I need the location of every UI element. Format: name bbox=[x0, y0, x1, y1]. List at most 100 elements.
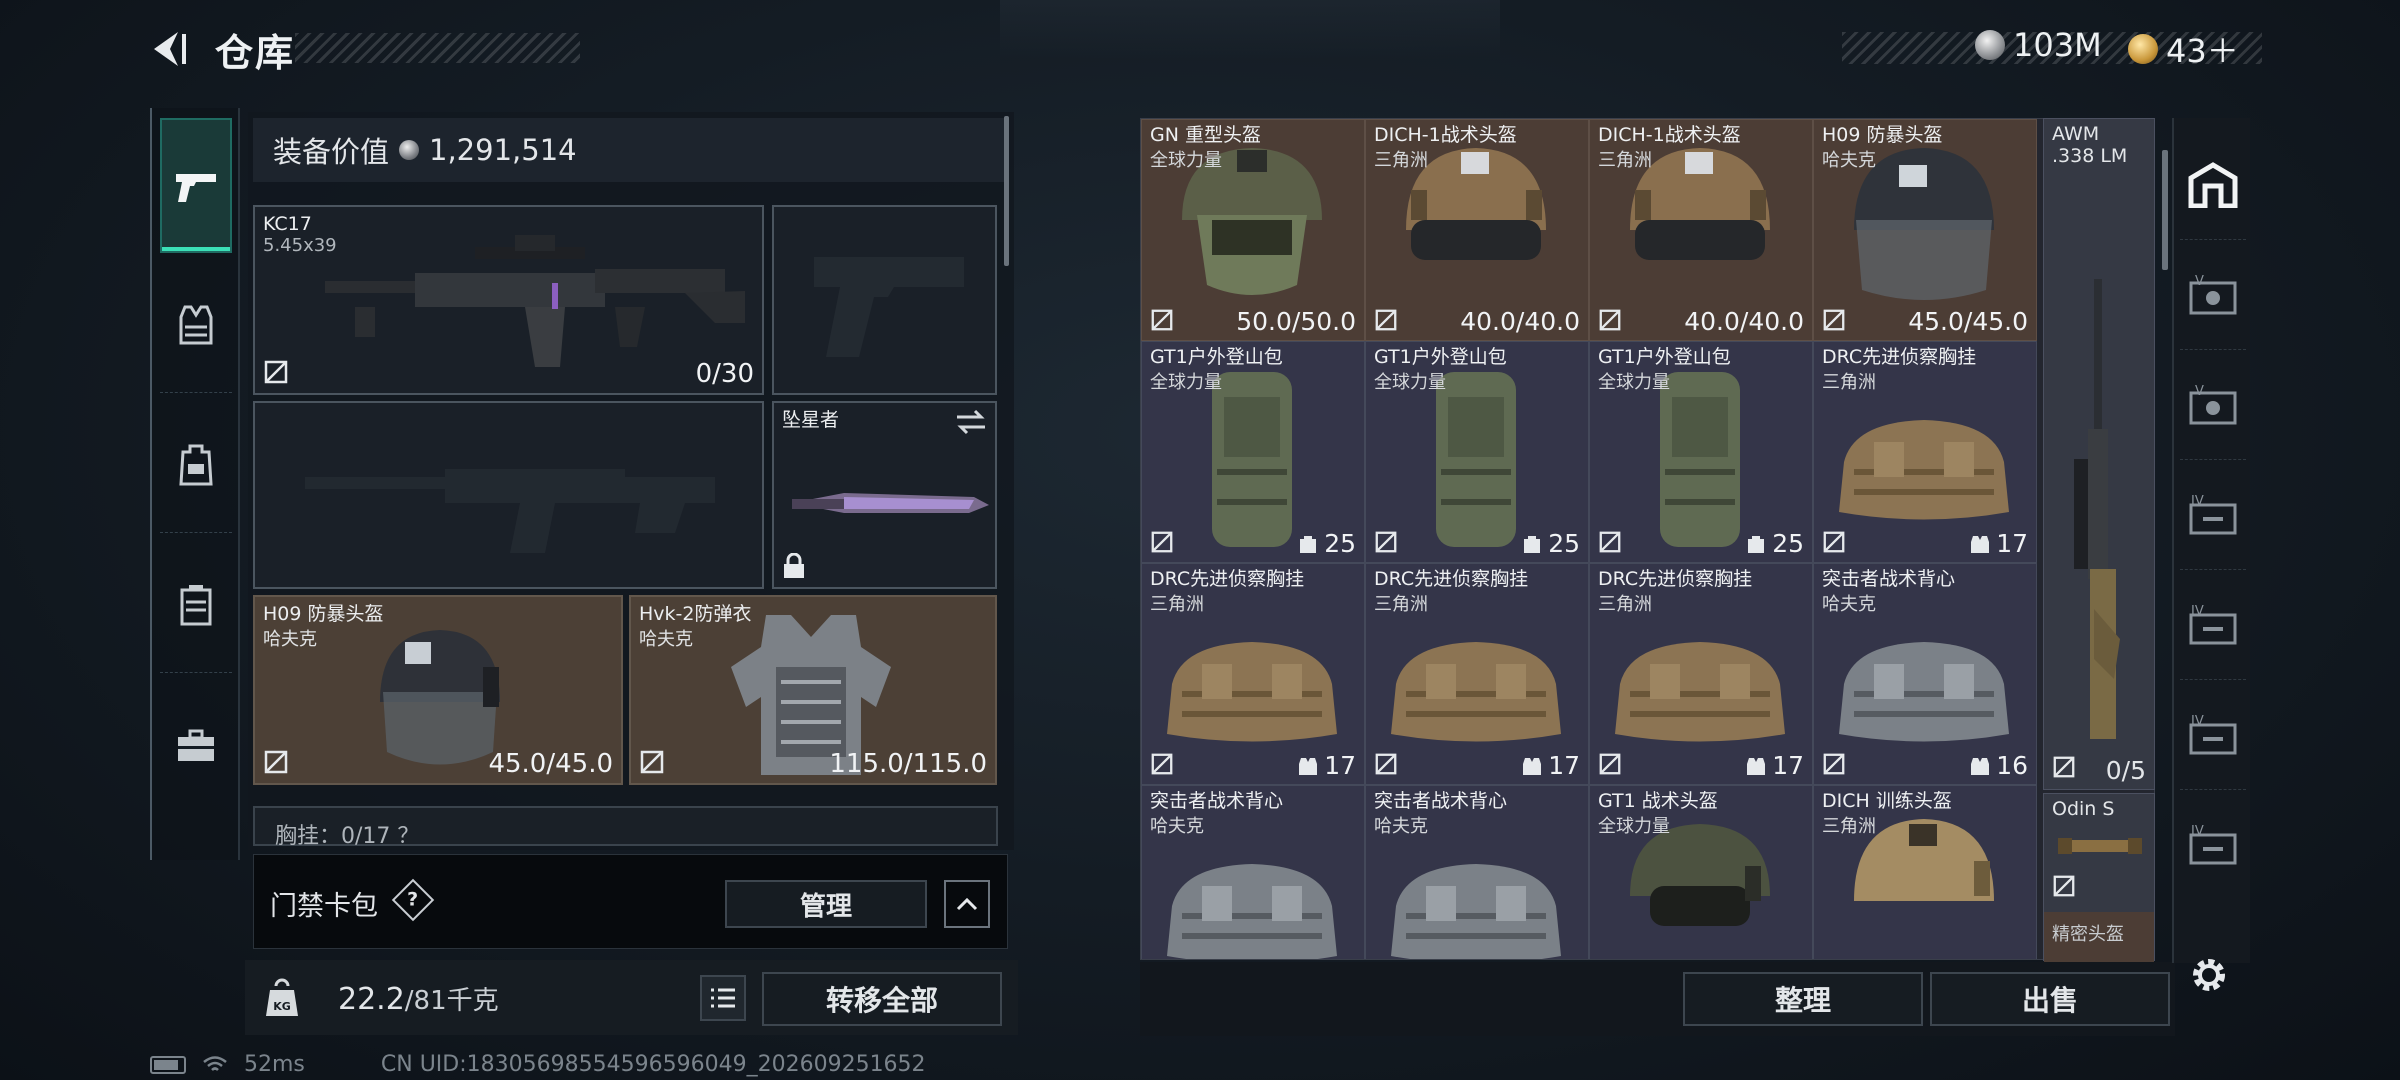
toolbox-icon bbox=[178, 729, 214, 761]
item-name: 突击者战术背心 bbox=[1150, 790, 1284, 812]
item-value: 25 bbox=[1522, 529, 1580, 558]
not-insured-icon bbox=[1375, 753, 1397, 775]
melee-slot[interactable]: 坠星者 bbox=[772, 401, 997, 589]
item-value-text: 25 bbox=[1548, 529, 1580, 558]
storage-item[interactable]: GT1户外登山包 全球力量 25 bbox=[1141, 341, 1365, 563]
storage-item[interactable]: GT1户外登山包 全球力量 25 bbox=[1365, 341, 1589, 563]
storage-item[interactable]: 突击者战术背心 哈夫克 bbox=[1141, 785, 1365, 959]
not-insured-icon bbox=[1599, 753, 1621, 775]
status-line: 52ms CN UID:18305698554596596049_2026092… bbox=[150, 1052, 926, 1077]
item-name: 突击者战术背心 bbox=[1374, 790, 1508, 812]
item-value: 17 bbox=[1970, 529, 2028, 558]
item-name: GT1户外登山包 bbox=[1150, 346, 1283, 368]
filter-all[interactable] bbox=[2180, 130, 2246, 240]
item-origin: 全球力量 bbox=[1374, 372, 1446, 393]
storage-item[interactable]: DICH-1战术头盔 三角洲 40.0/40.0 bbox=[1589, 119, 1813, 341]
category-rail bbox=[150, 108, 240, 860]
item-origin: 全球力量 bbox=[1150, 372, 1222, 393]
sort-button[interactable]: 整理 bbox=[1683, 972, 1923, 1026]
rig-capacity-icon bbox=[1747, 758, 1766, 775]
rig-capacity-icon bbox=[1971, 536, 1990, 553]
item-name: 突击者战术背心 bbox=[1822, 568, 1956, 590]
background-glow bbox=[1000, 0, 1500, 60]
tab-backpack[interactable] bbox=[160, 398, 232, 533]
vest-icon bbox=[179, 305, 213, 345]
storage-item[interactable]: 突击者战术背心 哈夫克 16 bbox=[1813, 563, 2037, 785]
manage-button[interactable]: 管理 bbox=[725, 880, 927, 928]
storage-item[interactable]: 突击者战术背心 哈夫克 bbox=[1365, 785, 1589, 959]
not-insured-icon bbox=[1151, 309, 1173, 331]
armor-durability: 115.0/115.0 bbox=[829, 749, 987, 779]
storage-item[interactable]: GT1户外登山包 全球力量 25 bbox=[1589, 341, 1813, 563]
item-value-text: 25 bbox=[1772, 529, 1804, 558]
storage-item[interactable]: DRC先进侦察胸挂 三角洲 17 bbox=[1141, 563, 1365, 785]
item-origin: 哈夫克 bbox=[1374, 816, 1428, 837]
pistol-slot[interactable] bbox=[772, 205, 997, 395]
chest-rig-slot[interactable]: 胸挂：0/17 ？ bbox=[253, 806, 998, 849]
filter-iv-container-4[interactable]: IV bbox=[2180, 790, 2246, 900]
not-insured-icon bbox=[1375, 531, 1397, 553]
filter-v-container-1[interactable]: V bbox=[2180, 240, 2246, 350]
svg-text:KG: KG bbox=[273, 1000, 291, 1013]
armor-origin: 哈夫克 bbox=[639, 629, 693, 650]
storage-item[interactable]: DICH-1战术头盔 三角洲 40.0/40.0 bbox=[1365, 119, 1589, 341]
item-value: 25 bbox=[1746, 529, 1804, 558]
tab-weapons[interactable] bbox=[160, 118, 232, 253]
transfer-all-button[interactable]: 转移全部 bbox=[762, 972, 1002, 1026]
storage-scrollbar[interactable] bbox=[2162, 150, 2168, 270]
storage-item[interactable]: DRC先进侦察胸挂 三角洲 17 bbox=[1813, 341, 2037, 563]
item-value-text: 16 bbox=[1996, 751, 2028, 780]
storage-item[interactable]: DRC先进侦察胸挂 三角洲 17 bbox=[1589, 563, 1813, 785]
equipment-scrollbar[interactable] bbox=[1004, 116, 1009, 266]
svg-text:IV: IV bbox=[2191, 824, 2204, 839]
item-value-text: 50.0/50.0 bbox=[1236, 307, 1356, 336]
filter-v-container-2[interactable]: V bbox=[2180, 350, 2246, 460]
item-origin: 三角洲 bbox=[1822, 372, 1876, 393]
primary-weapon-slot[interactable]: KC17 5.45x39 0/30 bbox=[253, 205, 764, 395]
item-name: DRC先进侦察胸挂 bbox=[1374, 568, 1529, 590]
currency-hafcoin[interactable]: 103M bbox=[1975, 26, 2102, 64]
item-value: 17 bbox=[1522, 751, 1580, 780]
storage-item[interactable]: DICH 训练头盔 三角洲 bbox=[1813, 785, 2037, 959]
storage-item[interactable]: H09 防暴头盔 哈夫克 45.0/45.0 bbox=[1813, 119, 2037, 341]
tab-container[interactable] bbox=[160, 538, 232, 673]
secondary-weapon-slot[interactable] bbox=[253, 401, 764, 589]
list-view-button[interactable] bbox=[700, 975, 746, 1021]
not-insured-icon bbox=[1151, 753, 1173, 775]
storage-item[interactable]: DRC先进侦察胸挂 三角洲 17 bbox=[1365, 563, 1589, 785]
tab-toolbox[interactable] bbox=[160, 678, 232, 813]
filter-iv-container-3[interactable]: IV bbox=[2180, 680, 2246, 790]
item-name: H09 防暴头盔 bbox=[1822, 124, 1943, 146]
hafcoin-icon bbox=[399, 140, 420, 160]
chest-rig-label: 胸挂：0/17 ？ bbox=[275, 824, 420, 849]
storage-item-awm[interactable]: AWM .338 LM 0/5 bbox=[2043, 118, 2155, 790]
back-button[interactable] bbox=[148, 28, 190, 70]
settings-button[interactable] bbox=[2186, 952, 2232, 998]
storage-item-odin[interactable]: Odin S 精密头盔 bbox=[2043, 793, 2155, 962]
svg-text:V: V bbox=[2195, 274, 2204, 289]
not-insured-icon bbox=[264, 360, 288, 384]
storage-item[interactable]: GN 重型头盔 全球力量 50.0/50.0 bbox=[1141, 119, 1365, 341]
item-origin: 全球力量 bbox=[1598, 372, 1670, 393]
item-origin: 全球力量 bbox=[1598, 816, 1670, 837]
item-value-text: 17 bbox=[1324, 751, 1356, 780]
filter-iv-container-2[interactable]: IV bbox=[2180, 570, 2246, 680]
pistol-icon bbox=[176, 173, 216, 202]
helmet-slot[interactable]: H09 防暴头盔 哈夫克 45.0/45.0 bbox=[253, 595, 623, 785]
battery-icon bbox=[150, 1055, 186, 1074]
iv-container-icon: IV bbox=[2189, 604, 2237, 644]
weight-icon: KG bbox=[262, 978, 302, 1018]
item-origin: 全球力量 bbox=[1150, 150, 1222, 171]
filter-iv-container-1[interactable]: IV bbox=[2180, 460, 2246, 570]
tab-vest[interactable] bbox=[160, 258, 232, 393]
svg-text:IV: IV bbox=[2191, 494, 2204, 509]
item-name: GN 重型头盔 bbox=[1150, 124, 1261, 146]
currency-triangle-coin[interactable]: 43＋ bbox=[2128, 26, 2239, 72]
storage-item[interactable]: GT1 战术头盔 全球力量 bbox=[1589, 785, 1813, 959]
sell-button[interactable]: 出售 bbox=[1930, 972, 2170, 1026]
item-origin: 三角洲 bbox=[1150, 594, 1204, 615]
armor-slot[interactable]: Hvk-2防弹衣 哈夫克 115.0/115.0 bbox=[629, 595, 997, 785]
hafcoin-icon bbox=[1975, 30, 2005, 60]
collapse-button[interactable] bbox=[944, 880, 990, 928]
swap-icon[interactable] bbox=[955, 409, 987, 435]
